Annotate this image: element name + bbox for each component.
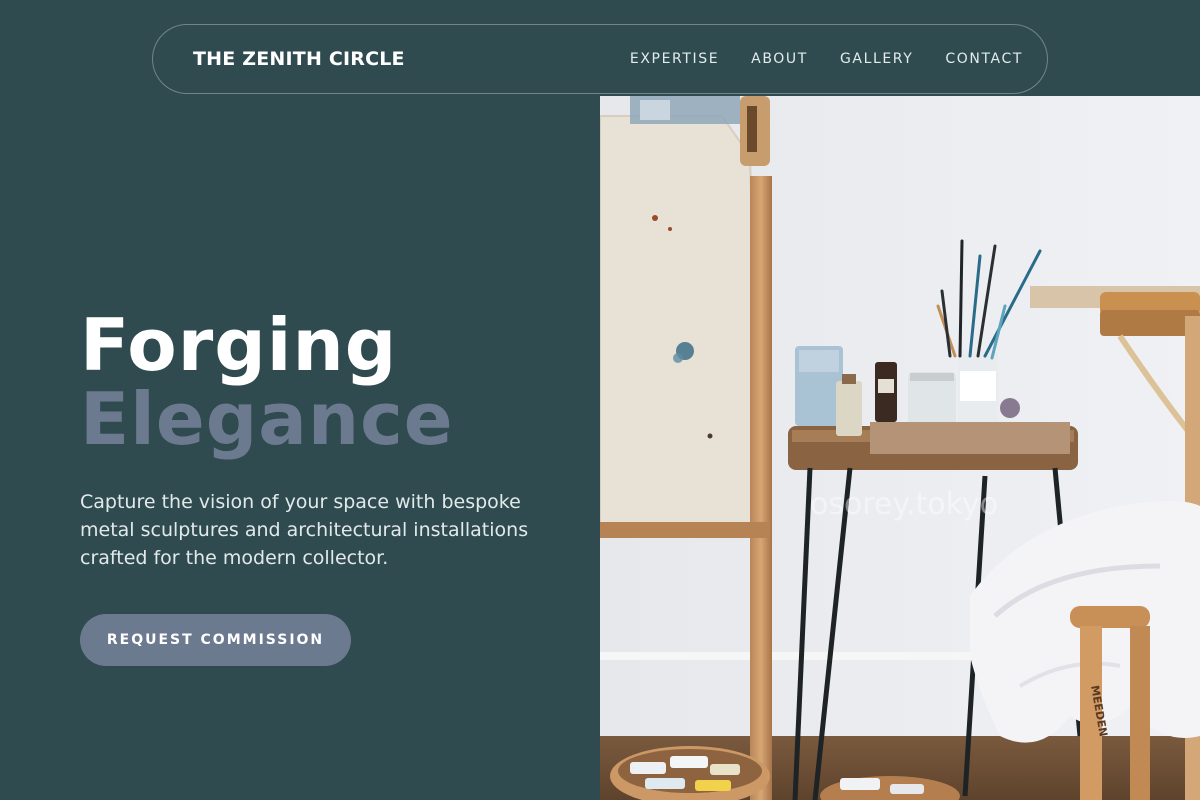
nav-link-expertise[interactable]: EXPERTISE (630, 51, 719, 67)
nav-link-gallery[interactable]: GALLERY (840, 51, 913, 67)
nav-link-contact[interactable]: CONTACT (945, 51, 1023, 67)
nav-link-about[interactable]: ABOUT (751, 51, 808, 67)
hero-description: Capture the vision of your space with be… (80, 491, 529, 569)
hero-image: MEEDEN osorey.tokyo (600, 96, 1200, 800)
request-commission-button[interactable]: REQUEST COMMISSION (80, 614, 351, 666)
headline-line-2: Elegance (80, 377, 454, 461)
hero-headline: Forging Elegance (80, 308, 550, 456)
headline-line-1: Forging (80, 303, 398, 387)
top-navbar: THE ZENITH CIRCLE EXPERTISE ABOUT GALLER… (152, 24, 1048, 94)
image-watermark: osorey.tokyo (810, 487, 998, 522)
hero-section: Forging Elegance Capture the vision of y… (80, 308, 550, 666)
nav-links: EXPERTISE ABOUT GALLERY CONTACT (630, 51, 1023, 67)
brand-logo[interactable]: THE ZENITH CIRCLE (193, 48, 405, 70)
